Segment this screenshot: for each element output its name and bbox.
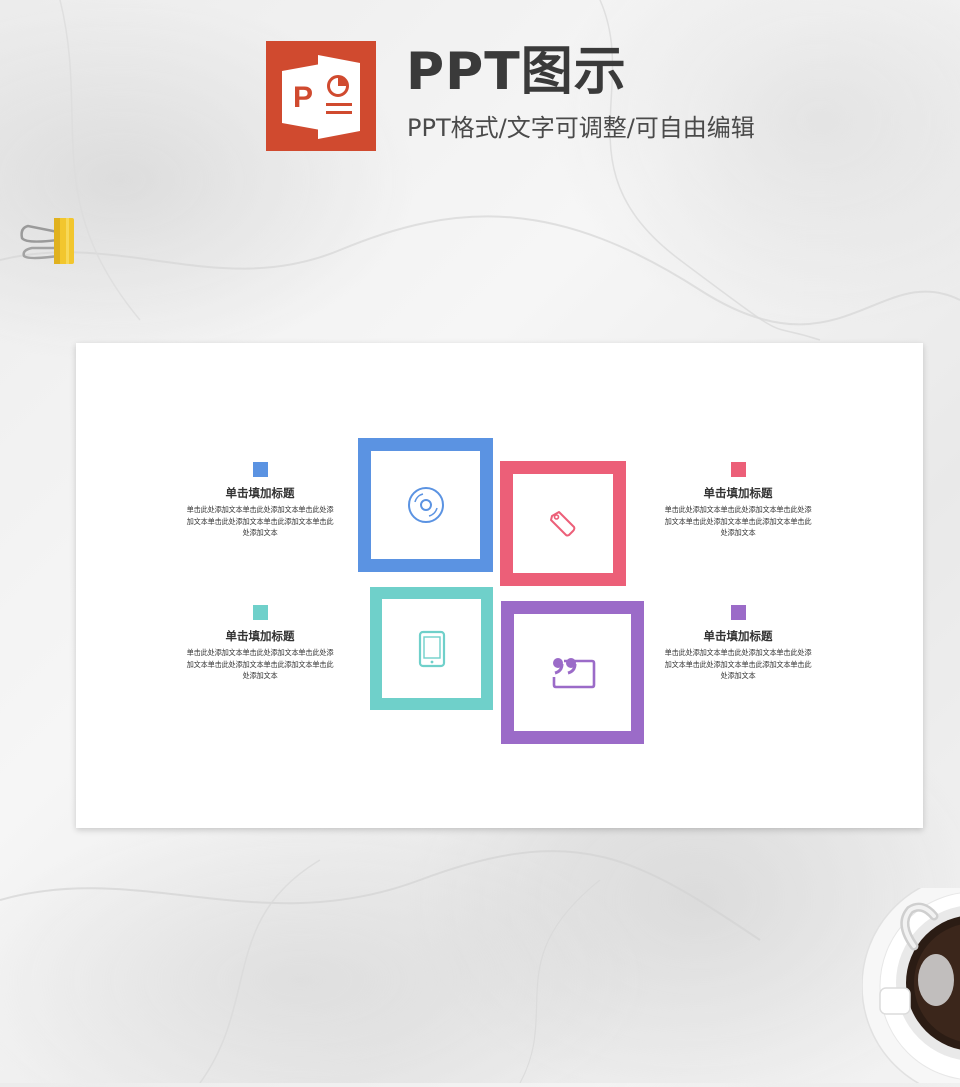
item-title[interactable]: 单击填加标题 (186, 485, 334, 501)
item-body[interactable]: 单击此处添加文本单击此处添加文本单击此处添加文本单击此处添加文本单击此添加文本单… (664, 647, 812, 682)
page-subtitle: PPT格式/文字可调整/可自由编辑 (407, 114, 755, 142)
marker-blue (252, 462, 268, 477)
page-title: PPT图示 (406, 42, 627, 102)
frame-purple (501, 601, 644, 744)
item-title[interactable]: 单击填加标题 (664, 485, 812, 501)
quote-icon (552, 657, 595, 688)
item-body[interactable]: 单击此处添加文本单击此处添加文本单击此处添加文本单击此处添加文本单击此添加文本单… (186, 647, 334, 682)
frame-blue (358, 438, 493, 572)
binder-clip-icon (18, 214, 78, 268)
tag-icon (550, 510, 576, 536)
logo-letter: P (293, 81, 313, 114)
item-title[interactable]: 单击填加标题 (664, 628, 812, 644)
text-block-red: 单击填加标题 单击此处添加文本单击此处添加文本单击此处添加文本单击此处添加文本单… (664, 462, 812, 539)
text-block-purple: 单击填加标题 单击此处添加文本单击此处添加文本单击此处添加文本单击此处添加文本单… (664, 605, 812, 682)
item-body[interactable]: 单击此处添加文本单击此处添加文本单击此处添加文本单击此处添加文本单击此添加文本单… (664, 504, 812, 539)
marker-purple (730, 605, 746, 620)
text-block-teal: 单击填加标题 单击此处添加文本单击此处添加文本单击此处添加文本单击此处添加文本单… (186, 605, 334, 682)
item-body[interactable]: 单击此处添加文本单击此处添加文本单击此处添加文本单击此处添加文本单击此添加文本单… (186, 504, 334, 539)
marker-teal (252, 605, 268, 620)
slide-card: 单击填加标题 单击此处添加文本单击此处添加文本单击此处添加文本单击此处添加文本单… (76, 343, 923, 828)
coffee-cup-icon (861, 874, 960, 1087)
tablet-icon (418, 630, 445, 667)
frame-teal (370, 587, 493, 710)
marker-red (730, 462, 746, 477)
text-block-blue: 单击填加标题 单击此处添加文本单击此处添加文本单击此处添加文本单击此处添加文本单… (186, 462, 334, 539)
item-title[interactable]: 单击填加标题 (186, 628, 334, 644)
powerpoint-logo: P (266, 41, 376, 151)
frame-red (500, 461, 626, 586)
disc-icon (407, 487, 444, 523)
